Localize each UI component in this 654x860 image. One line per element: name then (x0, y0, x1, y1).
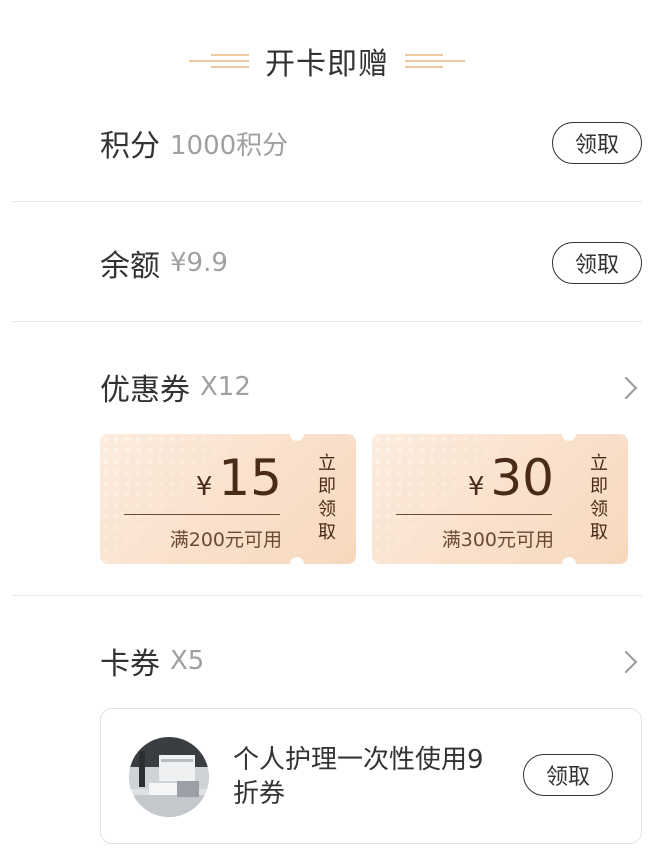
coupon-card[interactable]: ¥ 30 满300元可用 立即领取 (372, 434, 628, 564)
coupons-section-header[interactable]: 优惠券 X12 (100, 362, 642, 412)
coupon-condition: 满200元可用 (169, 529, 282, 551)
coupon-divider (396, 514, 552, 515)
coupons-count: X12 (200, 372, 251, 402)
coupons-label: 优惠券 (100, 373, 190, 408)
points-value: 1000积分 (170, 130, 289, 161)
coupon-value: 15 (218, 449, 282, 507)
balance-value: ¥9.9 (170, 248, 228, 278)
coupon-condition: 满300元可用 (441, 529, 554, 551)
claim-voucher-button[interactable]: 领取 (523, 754, 613, 796)
claim-coupon-button[interactable]: 立即领取 (584, 452, 614, 544)
divider (12, 321, 642, 322)
coupon-amount: ¥ 15 (196, 448, 282, 508)
cards-label: 卡券 (100, 647, 160, 682)
currency-symbol: ¥ (467, 472, 485, 502)
card-voucher-item[interactable]: 个人护理一次性使用9折券 领取 (100, 708, 642, 844)
balance-row: 余额 ¥9.9 领取 (100, 238, 642, 288)
claim-balance-button[interactable]: 领取 (552, 242, 642, 284)
coupon-amount: ¥ 30 (468, 448, 554, 508)
header-decoration-left (189, 49, 249, 73)
coupon-value: 30 (490, 449, 554, 507)
coupon-card[interactable]: ¥ 15 满200元可用 立即领取 (100, 434, 356, 564)
cards-section-header[interactable]: 卡券 X5 (100, 636, 642, 686)
coupon-notch (290, 557, 304, 564)
divider (12, 595, 642, 596)
cards-count: X5 (170, 646, 205, 676)
header-decoration-right (405, 49, 465, 73)
coupon-divider (124, 514, 280, 515)
coupon-notch (562, 557, 576, 564)
page-title: 开卡即赠 (265, 47, 389, 82)
claim-points-button[interactable]: 领取 (552, 122, 642, 164)
points-row: 积分 1000积分 领取 (100, 118, 642, 168)
product-thumbnail (129, 737, 209, 817)
currency-symbol: ¥ (195, 472, 213, 502)
balance-label: 余额 (100, 249, 160, 284)
claim-coupon-button[interactable]: 立即领取 (312, 452, 342, 544)
points-label: 积分 (100, 129, 160, 164)
section-header: 开卡即赠 (0, 36, 654, 86)
coupon-notch (290, 434, 304, 441)
coupon-notch (562, 434, 576, 441)
divider (12, 201, 642, 202)
voucher-title: 个人护理一次性使用9折券 (233, 745, 484, 809)
